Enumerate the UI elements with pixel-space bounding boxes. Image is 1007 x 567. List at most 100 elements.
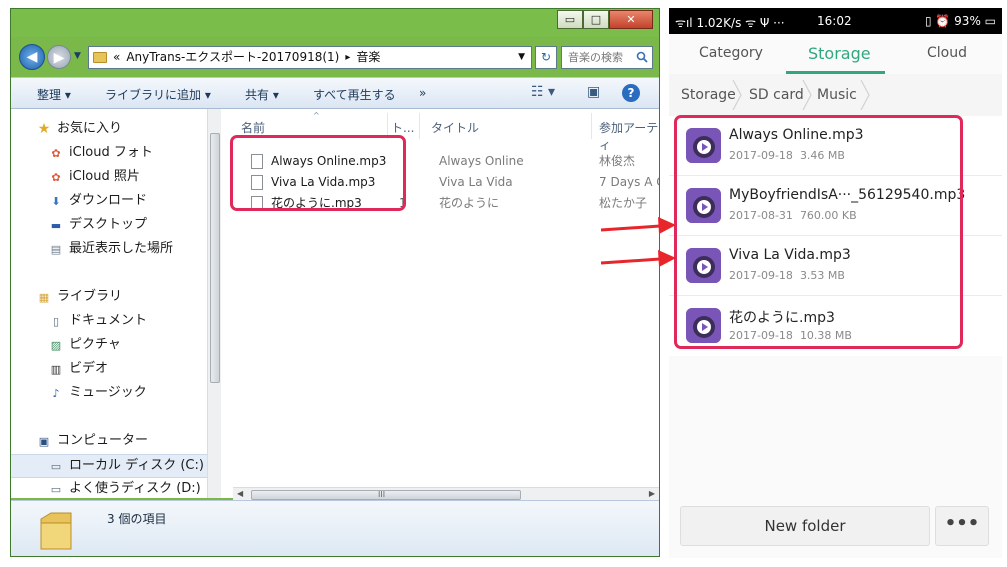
file-track: 1 [399, 196, 407, 210]
drive-icon: ▭ [50, 483, 62, 496]
nav-label: ドキュメント [69, 313, 148, 328]
file-date: 2017-09-18 [729, 269, 793, 282]
nav-label: ローカル ディスク (C:) [69, 458, 204, 473]
address-bar[interactable]: « AnyTrans-エクスポート-20170918(1) ▸ 音楽 ▼ [88, 46, 532, 69]
explorer-window: ▭ □ ✕ ◀ ▶ ▼ « AnyTrans-エクスポート-20170918(1… [10, 8, 660, 557]
nav-favorites[interactable]: ★ お気に入り [11, 118, 207, 142]
scroll-grip: III [378, 490, 386, 499]
nav-icloud-shared[interactable]: ✿ iCloud 照片 [11, 166, 207, 190]
add-to-library-button[interactable]: ライブラリに追加 ▾ [105, 86, 211, 103]
file-meta: 2017-08-31 760.00 KB [729, 209, 857, 222]
preview-pane-icon[interactable]: ▣ [587, 84, 600, 100]
file-row[interactable]: 花のように.mp3 1 花のように 松たか子 [241, 193, 659, 214]
more-commands-button[interactable]: » [419, 86, 426, 100]
nav-label: デスクトップ [69, 217, 148, 232]
tab-storage[interactable]: Storage [808, 44, 871, 63]
nav-libraries[interactable]: ▦ ライブラリ [11, 286, 207, 310]
scroll-left-icon[interactable]: ◀ [237, 489, 243, 498]
file-date: 2017-09-18 [729, 149, 793, 162]
nav-music[interactable]: ♪ ミュージック [11, 382, 207, 406]
library-icon: ▦ [38, 291, 50, 304]
photos-icon: ✿ [51, 171, 61, 184]
breadcrumb-sdcard[interactable]: SD card [749, 87, 804, 103]
list-item[interactable]: 花のように.mp3 2017-09-18 10.38 MB [669, 296, 1002, 356]
file-list-pane: 名前 ^ ト... タイトル 参加アーティ Always Online.mp3 … [221, 109, 659, 498]
clock: 16:02 [817, 14, 852, 28]
nav-downloads[interactable]: ⬇ ダウンロード [11, 190, 207, 214]
horizontal-scroll-thumb[interactable]: III [251, 490, 521, 500]
nav-label: 最近表示した場所 [69, 241, 174, 256]
file-title: Viva La Vida [439, 175, 513, 189]
tab-cloud[interactable]: Cloud [927, 45, 967, 61]
file-artist: 7 Days A C [599, 175, 659, 189]
search-icon[interactable] [636, 51, 648, 63]
nav-icloud-photos[interactable]: ✿ iCloud フォト [11, 142, 207, 166]
back-button[interactable]: ◀ [19, 44, 45, 70]
address-row: ◀ ▶ ▼ « AnyTrans-エクスポート-20170918(1) ▸ 音楽… [11, 39, 659, 79]
nav-local-disk[interactable]: ▭ ローカル ディスク (C:) [11, 454, 207, 478]
film-icon: ▥ [50, 363, 62, 376]
breadcrumb-separator-icon[interactable]: ▸ [345, 47, 350, 68]
list-item[interactable]: Always Online.mp3 2017-09-18 3.46 MB [669, 116, 1002, 176]
tab-category[interactable]: Category [699, 45, 763, 61]
breadcrumb-folder[interactable]: AnyTrans-エクスポート-20170918(1) [126, 47, 339, 68]
nav-computer[interactable]: ▣ コンピューター [11, 430, 207, 454]
network-status: ᯤıl 1.02K/s ᯤ Ψ ··· [675, 16, 785, 30]
help-icon[interactable]: ? [622, 84, 640, 102]
nav-scroll-thumb[interactable] [210, 133, 220, 383]
nav-documents[interactable]: ▯ ドキュメント [11, 310, 207, 334]
nav-scrollbar[interactable] [207, 109, 221, 498]
computer-icon: ▣ [38, 435, 50, 448]
nav-videos[interactable]: ▥ ビデオ [11, 358, 207, 382]
recent-pages-icon[interactable]: ▼ [74, 51, 81, 61]
nav-fav-disk[interactable]: ▭ よく使うディスク (D:) [11, 478, 207, 498]
nav-desktop[interactable]: ▬ デスクトップ [11, 214, 207, 238]
list-item[interactable]: MyBoyfriendIsA···_56129540.mp3 2017-08-3… [669, 176, 1002, 236]
column-track[interactable]: ト... [391, 119, 414, 136]
file-date: 2017-09-18 [729, 329, 793, 342]
download-icon: ⬇ [51, 195, 61, 208]
breadcrumb-current[interactable]: 音楽 [356, 47, 380, 68]
play-all-button[interactable]: すべて再生する [313, 86, 396, 103]
file-name: MyBoyfriendIsA···_56129540.mp3 [729, 187, 966, 203]
column-divider[interactable] [419, 113, 420, 139]
file-row[interactable]: Always Online.mp3 Always Online 林俊杰 [241, 151, 659, 172]
refresh-button[interactable]: ↻ [535, 46, 557, 69]
address-prefix[interactable]: « [113, 47, 120, 68]
nav-recent[interactable]: ▤ 最近表示した場所 [11, 238, 207, 262]
file-row[interactable]: Viva La Vida.mp3 Viva La Vida 7 Days A C [241, 172, 659, 193]
organize-button[interactable]: 整理 ▾ [37, 86, 71, 103]
maximize-button[interactable]: □ [583, 10, 609, 29]
view-options-icon[interactable]: ☷ ▾ [531, 84, 555, 100]
file-icon [251, 154, 263, 169]
nav-pictures[interactable]: ▨ ピクチャ [11, 334, 207, 358]
more-options-button[interactable]: ••• [935, 506, 989, 546]
column-divider[interactable] [591, 113, 592, 139]
list-item[interactable]: Viva La Vida.mp3 2017-09-18 3.53 MB [669, 236, 1002, 296]
search-input[interactable]: 音楽の検索 [561, 46, 653, 69]
minimize-button[interactable]: ▭ [557, 10, 583, 29]
file-list: Always Online.mp3 2017-09-18 3.46 MB MyB… [669, 116, 1002, 356]
file-title: 花のように [439, 196, 500, 210]
nav-label: ピクチャ [69, 337, 121, 352]
file-size: 3.46 MB [799, 149, 845, 162]
breadcrumb-music[interactable]: Music [817, 87, 857, 103]
share-button[interactable]: 共有 ▾ [245, 86, 279, 103]
scroll-right-icon[interactable]: ▶ [649, 489, 655, 498]
folder-icon [40, 512, 72, 550]
forward-button[interactable]: ▶ [47, 45, 71, 69]
music-file-icon [686, 128, 721, 163]
new-folder-button[interactable]: New folder [680, 506, 930, 546]
column-title[interactable]: タイトル [431, 119, 479, 136]
music-file-icon [686, 248, 721, 283]
navigation-pane: ★ お気に入り ✿ iCloud フォト ✿ iCloud 照片 ⬇ ダウンロー… [11, 109, 207, 498]
close-button[interactable]: ✕ [609, 10, 653, 29]
column-artist[interactable]: 参加アーティ [599, 119, 659, 153]
file-meta: 2017-09-18 3.53 MB [729, 269, 845, 282]
horizontal-scrollbar[interactable]: ◀ III ▶ [233, 487, 659, 501]
chevron-right-icon [802, 80, 812, 110]
breadcrumb-storage[interactable]: Storage [681, 87, 736, 103]
address-dropdown-icon[interactable]: ▼ [518, 47, 525, 68]
column-divider[interactable] [387, 113, 388, 139]
column-name[interactable]: 名前 [241, 119, 265, 136]
